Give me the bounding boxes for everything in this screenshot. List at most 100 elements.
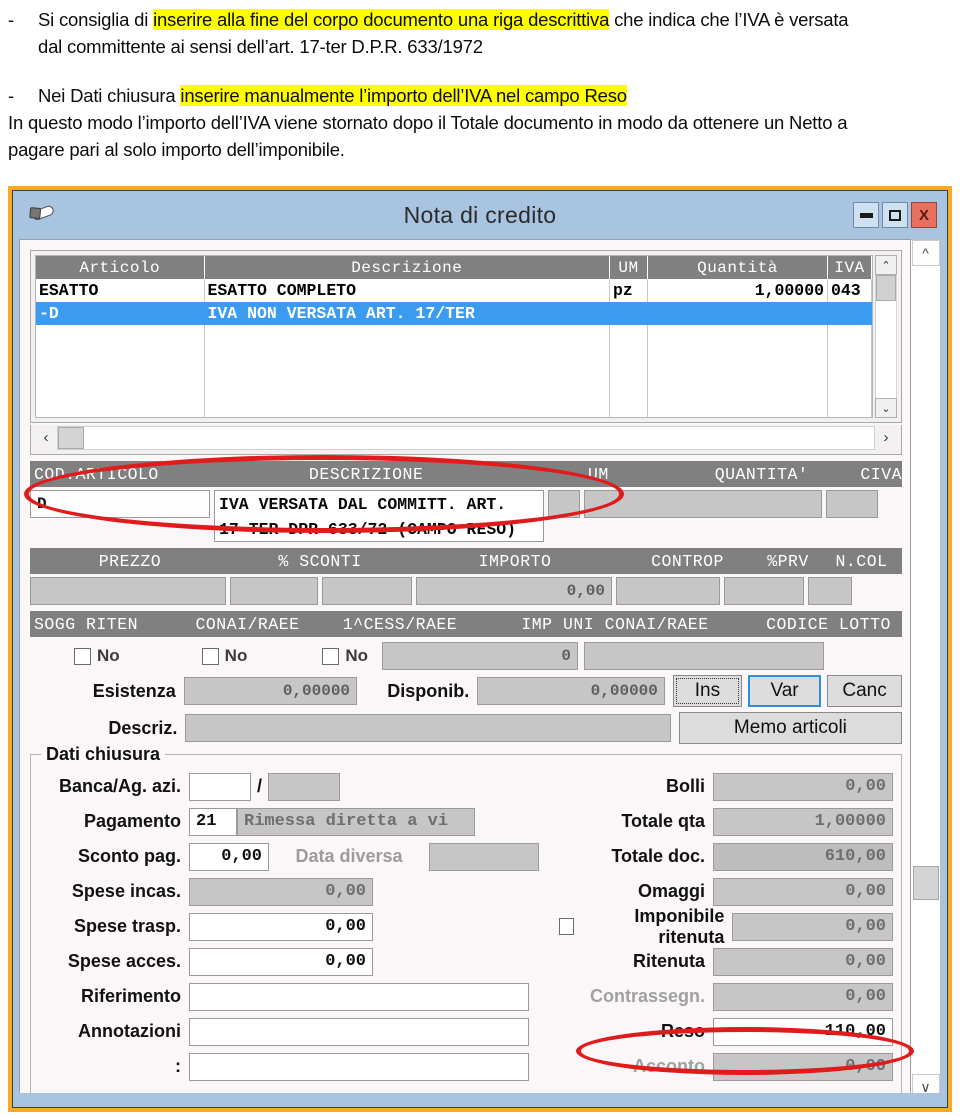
civa-input[interactable] — [826, 490, 878, 518]
cell-quantita: 1,00000 — [647, 279, 828, 302]
banca-row: Banca/Ag. azi. / — [39, 769, 559, 804]
stock-row: Esistenza 0,00000 Disponib. 0,00000 Ins … — [30, 675, 902, 707]
grid-hscroll-thumb[interactable] — [58, 426, 84, 449]
grid-scroll-thumb[interactable] — [876, 275, 896, 301]
window-bottom-strip — [13, 1093, 947, 1107]
spese-incas-row: Spese incas. 0,00 — [39, 874, 559, 909]
col-quantita: Quantità — [647, 256, 828, 279]
prv-input[interactable] — [724, 577, 804, 605]
omaggi-label: Omaggi — [637, 881, 705, 901]
spese-incas-label: Spese incas. — [71, 881, 181, 901]
sconto-pag-input[interactable]: 0,00 — [189, 842, 269, 871]
band2-prezzo: PREZZO — [98, 551, 162, 571]
sconto2-input[interactable] — [322, 577, 412, 605]
band1-civa: CIVA — [860, 464, 902, 484]
banca-label: Banca/Ag. azi. — [58, 776, 181, 796]
chiusura-right-column: Bolli 0,00 Totale qta 1,00000 Totale doc… — [559, 769, 893, 1100]
band3-conai-raee: CONAI/RAEE — [195, 614, 300, 634]
minimize-button[interactable] — [853, 202, 879, 228]
bolli-label: Bolli — [666, 776, 705, 796]
sconto-pag-row: Sconto pag. 0,00 Data diversa — [39, 839, 559, 874]
close-button[interactable]: X — [911, 202, 937, 228]
um-input[interactable] — [548, 490, 580, 518]
controp-input[interactable] — [616, 577, 720, 605]
window-titlebar[interactable]: Nota di credito X — [13, 191, 947, 239]
scroll-up-icon[interactable]: ^ — [911, 240, 940, 266]
data-diversa-input[interactable] — [429, 842, 539, 871]
descrizione-input[interactable]: IVA VERSATA DAL COMMITT. ART. 17-TER DPR… — [214, 490, 544, 542]
articles-grid-container: Articolo Descrizione UM Quantità IVA ESA… — [30, 250, 902, 423]
extra-label: : — [175, 1056, 181, 1076]
articles-grid[interactable]: Articolo Descrizione UM Quantità IVA ESA… — [35, 255, 873, 418]
imponibile-ritenuta-label: Imponibile ritenuta — [634, 905, 725, 947]
cess-raee-checkbox[interactable] — [322, 647, 340, 665]
table-header-row: Articolo Descrizione UM Quantità IVA — [36, 256, 872, 279]
quantita-input[interactable] — [584, 490, 822, 518]
ncol-input[interactable] — [808, 577, 852, 605]
prezzo-input[interactable] — [30, 577, 226, 605]
banca-separator: / — [257, 776, 263, 796]
sconto1-input[interactable] — [230, 577, 318, 605]
esistenza-value: 0,00000 — [183, 677, 358, 705]
extra-input[interactable] — [189, 1052, 529, 1081]
banca-input[interactable] — [189, 772, 251, 801]
banca-code-input[interactable] — [268, 772, 341, 801]
imp-uni-input[interactable]: 0 — [382, 642, 579, 670]
sogg-riten-checkbox[interactable] — [74, 647, 91, 665]
cod-articolo-input[interactable]: D — [30, 490, 210, 518]
grid-horizontal-scrollbar[interactable]: ‹ › — [30, 425, 902, 455]
para2-line2: In questo modo l’importo dell’IVA viene … — [8, 112, 848, 133]
form-vertical-scrollbar[interactable]: ^ ∨ — [911, 239, 941, 1101]
para2-line1: Nei Dati chiusura inserire manualmente l… — [38, 82, 627, 109]
descriz-value[interactable] — [185, 714, 671, 742]
omaggi-value: 0,00 — [713, 877, 893, 906]
annotazioni-input[interactable] — [189, 1017, 529, 1046]
pagamento-input[interactable]: 21 — [189, 807, 237, 836]
data-diversa-label: Data diversa — [295, 846, 403, 866]
detail-row-2: 0,00 — [30, 577, 902, 605]
grid-hscroll-track[interactable] — [57, 425, 875, 450]
scroll-down-icon[interactable]: ⌄ — [875, 398, 897, 418]
paragraph-2: - Nei Dati chiusura inserire manualmente… — [8, 82, 952, 109]
para2-line3: pagare pari al solo importo dell’imponib… — [8, 139, 345, 160]
descrizione-line1: IVA VERSATA DAL COMMITT. ART. — [219, 495, 507, 514]
para2-seg1: Nei Dati chiusura — [38, 85, 181, 106]
table-row[interactable]: -D IVA NON VERSATA ART. 17/TER — [36, 302, 872, 325]
acconto-label: Acconto — [633, 1056, 705, 1076]
codice-lotto-input[interactable] — [584, 642, 825, 670]
table-row-empty[interactable] — [36, 394, 872, 417]
conai-raee-checkbox[interactable] — [201, 647, 219, 665]
form-scroll-track[interactable] — [911, 266, 940, 1074]
ins-button[interactable]: Ins — [672, 675, 743, 707]
totale-qta-row: Totale qta 1,00000 — [559, 804, 893, 839]
table-row-empty[interactable] — [36, 371, 872, 394]
table-row-empty[interactable] — [36, 348, 872, 371]
spese-trasp-input[interactable]: 0,00 — [189, 912, 373, 941]
pagamento-description: Rimessa diretta a vi — [237, 807, 475, 836]
cell-descrizione: IVA NON VERSATA ART. 17/TER — [204, 302, 610, 325]
canc-button[interactable]: Canc — [827, 675, 902, 707]
col-iva: IVA — [827, 256, 872, 279]
form-scroll-thumb[interactable] — [912, 866, 939, 900]
scroll-right-icon[interactable]: › — [875, 425, 897, 450]
reso-input[interactable]: 110,00 — [713, 1017, 893, 1046]
spese-acces-input[interactable]: 0,00 — [189, 947, 373, 976]
disponib-value: 0,00000 — [477, 677, 665, 705]
acconto-value: 0,00 — [713, 1052, 893, 1081]
grid-vertical-scrollbar[interactable]: ⌃ ⌄ — [875, 255, 897, 418]
maximize-button[interactable] — [882, 202, 908, 228]
table-row[interactable]: ESATTO ESATTO COMPLETO pz 1,00000 043 — [36, 279, 872, 302]
importo-input[interactable]: 0,00 — [416, 577, 612, 605]
band2-importo: IMPORTO — [478, 551, 552, 571]
grid-scroll-track[interactable] — [875, 275, 897, 398]
var-button[interactable]: Var — [748, 675, 822, 707]
spese-incas-input: 0,00 — [189, 877, 373, 906]
sconto-pag-label: Sconto pag. — [78, 846, 181, 866]
memo-articoli-button[interactable]: Memo articoli — [678, 712, 902, 744]
table-row-empty[interactable] — [36, 325, 872, 348]
riferimento-input[interactable] — [189, 982, 529, 1011]
scroll-left-icon[interactable]: ‹ — [35, 425, 57, 450]
imponibile-ritenuta-checkbox[interactable] — [559, 918, 575, 935]
scroll-up-icon[interactable]: ⌃ — [875, 255, 897, 275]
col-um: UM — [609, 256, 648, 279]
